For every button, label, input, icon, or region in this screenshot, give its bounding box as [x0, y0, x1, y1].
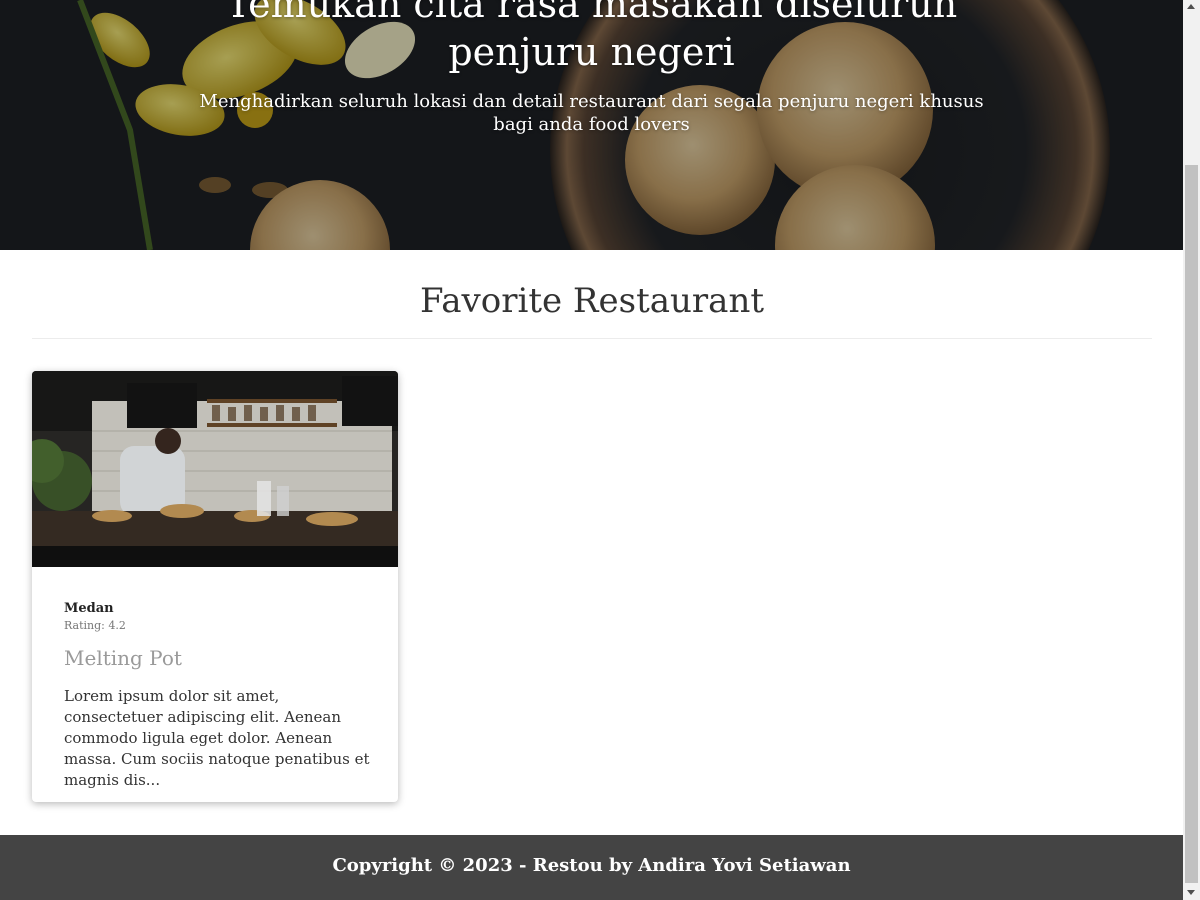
footer: Copyright © 2023 - Restou by Andira Yovi… [0, 835, 1183, 900]
hero-subtitle: Menghadirkan seluruh lokasi dan detail r… [199, 91, 984, 135]
section-divider [32, 338, 1152, 339]
footer-copyright: Copyright © 2023 - Restou by Andira Yovi… [332, 855, 851, 876]
restaurant-description: Lorem ipsum dolor sit amet, consectetuer… [64, 687, 370, 789]
scroll-down-arrow-icon[interactable] [1187, 890, 1195, 895]
hero-title-line-2: penjuru negeri [448, 30, 735, 74]
restaurant-city: Medan [64, 601, 114, 616]
section-title: Favorite Restaurant [419, 281, 765, 321]
hero-title: Temukan cita rasa masakan diseluruh penj… [0, 0, 1183, 76]
scrollbar-thumb[interactable] [1185, 165, 1198, 883]
vertical-scrollbar[interactable] [1183, 0, 1200, 900]
restaurant-image [32, 371, 398, 567]
restaurant-card[interactable]: Medan Rating: 4.2 Melting Pot Lorem ipsu… [32, 371, 398, 802]
hero-banner: Temukan cita rasa masakan diseluruh penj… [0, 0, 1183, 250]
restaurant-rating: Rating: 4.2 [64, 619, 126, 632]
scroll-up-arrow-icon[interactable] [1187, 4, 1195, 9]
hero-title-line-1: Temukan cita rasa masakan diseluruh [225, 0, 958, 26]
page: Temukan cita rasa masakan diseluruh penj… [0, 0, 1183, 900]
restaurant-name-link[interactable]: Melting Pot [64, 646, 182, 670]
